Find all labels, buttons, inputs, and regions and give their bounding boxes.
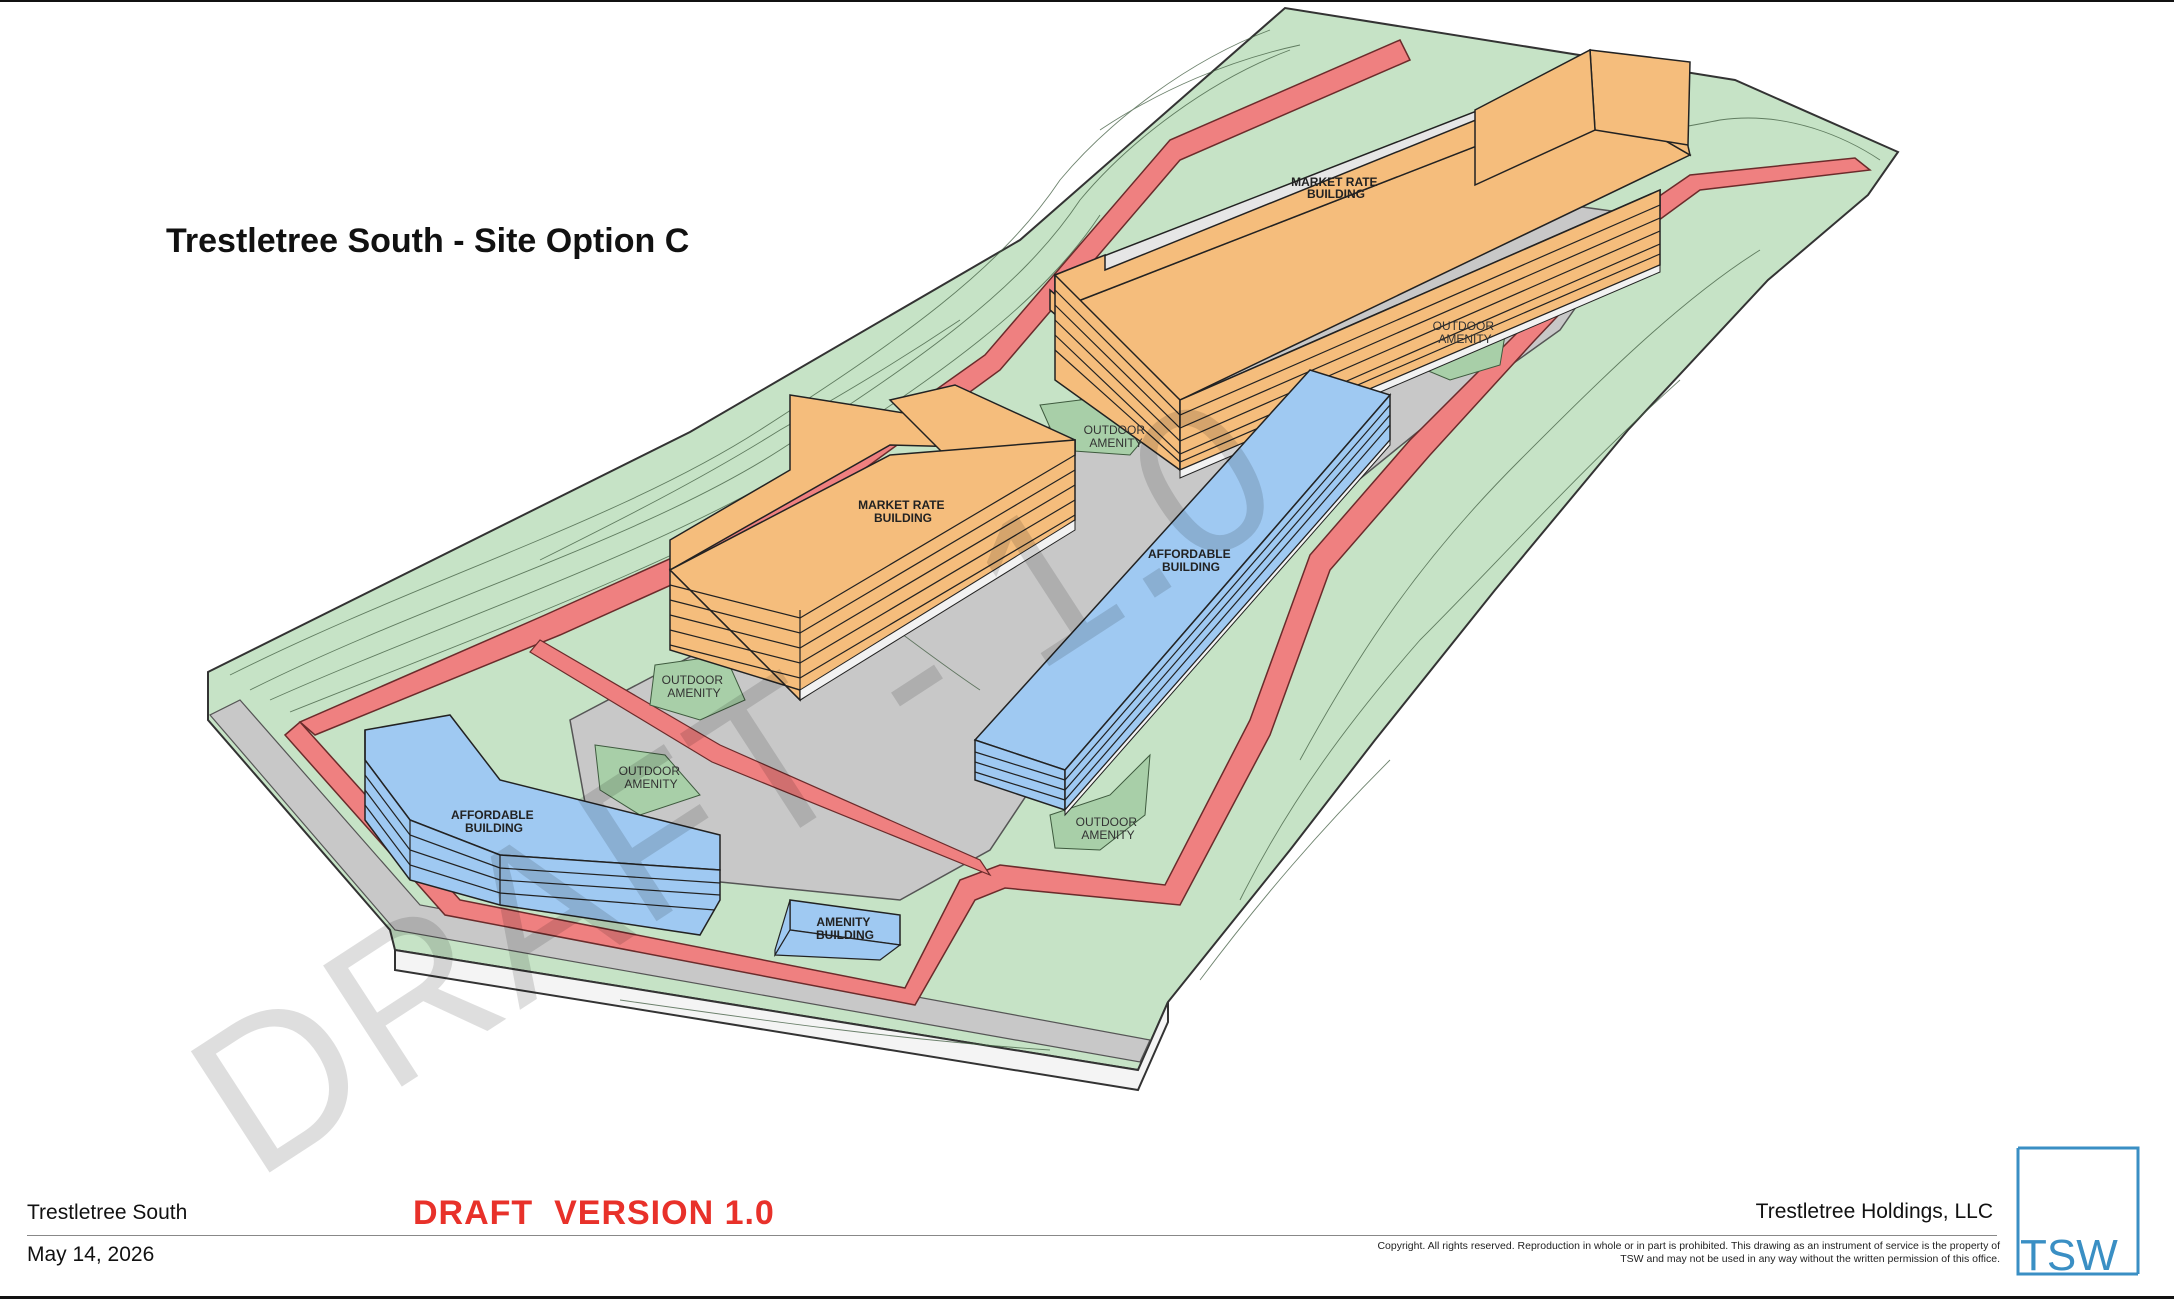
client-name: Trestletree Holdings, LLC xyxy=(1755,1200,1993,1223)
tsw-logo-text: TSW xyxy=(2020,1231,2118,1276)
tsw-logo: TSW xyxy=(2016,1146,2140,1276)
project-name: Trestletree South xyxy=(27,1201,188,1224)
bottom-border xyxy=(0,1296,2174,1299)
copyright-notice: Copyright. All rights reserved. Reproduc… xyxy=(1377,1240,2000,1265)
outdoor-amenity-label-5: OUTDOOR AMENITY xyxy=(1076,815,1141,842)
amenity-building-label: AMENITY BUILDING xyxy=(816,915,874,942)
drawing-date: May 14, 2026 xyxy=(27,1243,155,1266)
draft-version: DRAFT VERSION 1.0 xyxy=(413,1194,775,1232)
page-title: Trestletree South - Site Option C xyxy=(166,222,690,260)
title-block-divider xyxy=(27,1235,1997,1236)
outdoor-amenity-label-1: OUTDOOR AMENITY xyxy=(1433,319,1498,346)
